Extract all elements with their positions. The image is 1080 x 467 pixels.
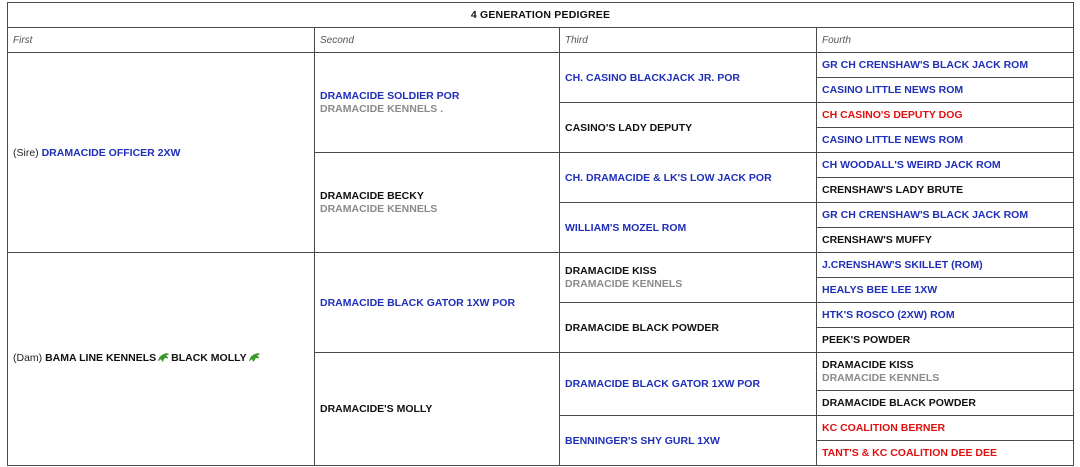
third-gen-cell: DRAMACIDE KISS DRAMACIDE KENNELS [559,252,817,303]
fourth-gen-cell: CH WOODALL'S WEIRD JACK ROM [816,152,1074,178]
third-gen-name-link[interactable]: BENNINGER'S SHY GURL 1XW [565,435,811,447]
second-gen-cell: DRAMACIDE SOLDIER POR DRAMACIDE KENNELS … [314,52,560,153]
second-gen-name: DRAMACIDE'S MOLLY [320,403,433,415]
fourth-gen-cell: GR CH CRENSHAW'S BLACK JACK ROM [816,202,1074,228]
fourth-gen-name-link[interactable]: CASINO LITTLE NEWS ROM [822,134,1068,146]
third-gen-name-link[interactable]: DRAMACIDE BLACK GATOR 1XW POR [565,378,811,390]
fourth-gen-cell: DRAMACIDE BLACK POWDER [816,390,1074,416]
fourth-gen-name-link[interactable]: KC COALITION BERNER [822,422,1068,434]
second-gen-name-link[interactable]: DRAMACIDE SOLDIER POR [320,90,554,102]
fourth-gen-cell: HEALYS BEE LEE 1XW [816,277,1074,303]
third-gen-name: DRAMACIDE KISS [565,265,657,277]
dam-name-part2: BLACK MOLLY [171,352,247,364]
column-header-fourth: Fourth [816,27,1074,53]
kennel-label: DRAMACIDE KENNELS . [320,103,444,115]
sire-prefix: (Sire) [13,146,39,159]
second-gen-cell: DRAMACIDE BLACK GATOR 1XW POR [314,252,560,353]
second-gen-name: DRAMACIDE BECKY [320,190,424,202]
second-gen-cell: DRAMACIDE'S MOLLY [314,352,560,466]
third-gen-cell: DRAMACIDE BLACK POWDER [559,302,817,353]
fourth-gen-cell: CH CASINO'S DEPUTY DOG [816,102,1074,128]
pedigree-table: 4 GENERATION PEDIGREE First Second Third… [7,2,1074,466]
third-gen-cell: WILLIAM'S MOZEL ROM [559,202,817,253]
third-gen-cell: BENNINGER'S SHY GURL 1XW [559,415,817,466]
fourth-gen-cell: CRENSHAW'S MUFFY [816,227,1074,253]
third-gen-cell: CH. DRAMACIDE & LK'S LOW JACK POR [559,152,817,203]
fourth-gen-name-link[interactable]: TANT'S & KC COALITION DEE DEE [822,447,1068,459]
fourth-gen-cell: PEEK'S POWDER [816,327,1074,353]
fourth-gen-cell: DRAMACIDE KISS DRAMACIDE KENNELS [816,352,1074,391]
fourth-gen-name-link[interactable]: GR CH CRENSHAW'S BLACK JACK ROM [822,209,1068,221]
dam-cell: (Dam) BAMA LINE KENNELS BLACK MOLLY [7,252,315,466]
third-gen-name-link[interactable]: CH. CASINO BLACKJACK JR. POR [565,72,811,84]
fourth-gen-cell: TANT'S & KC COALITION DEE DEE [816,440,1074,466]
fourth-gen-name: CRENSHAW'S LADY BRUTE [822,184,964,196]
fourth-gen-cell: GR CH CRENSHAW'S BLACK JACK ROM [816,52,1074,78]
third-gen-name-link[interactable]: CH. DRAMACIDE & LK'S LOW JACK POR [565,172,811,184]
fourth-gen-name: CRENSHAW'S MUFFY [822,234,932,246]
sire-name-link[interactable]: DRAMACIDE OFFICER 2XW [42,147,181,159]
gator-icon [248,352,261,366]
dam-prefix: (Dam) [13,352,43,364]
fourth-gen-name-link[interactable]: CH WOODALL'S WEIRD JACK ROM [822,159,1068,171]
second-gen-cell: DRAMACIDE BECKY DRAMACIDE KENNELS [314,152,560,253]
fourth-gen-name: DRAMACIDE BLACK POWDER [822,397,976,409]
column-header-second: Second [314,27,560,53]
fourth-gen-cell: KC COALITION BERNER [816,415,1074,441]
third-gen-name: CASINO'S LADY DEPUTY [565,121,693,134]
dam-name-part1: BAMA LINE KENNELS [45,352,157,364]
fourth-gen-cell: HTK'S ROSCO (2XW) ROM [816,302,1074,328]
fourth-gen-name-link[interactable]: HTK'S ROSCO (2XW) ROM [822,309,1068,321]
fourth-gen-cell: J.CRENSHAW'S SKILLET (ROM) [816,252,1074,278]
third-gen-name-link[interactable]: WILLIAM'S MOZEL ROM [565,222,811,234]
second-gen-name-link[interactable]: DRAMACIDE BLACK GATOR 1XW POR [320,297,554,309]
fourth-gen-name: DRAMACIDE KISS [822,359,914,371]
third-gen-cell: DRAMACIDE BLACK GATOR 1XW POR [559,352,817,416]
kennel-label: DRAMACIDE KENNELS [320,203,438,215]
fourth-gen-name-link[interactable]: CASINO LITTLE NEWS ROM [822,84,1068,96]
pedigree-page: 4 GENERATION PEDIGREE First Second Third… [0,0,1080,467]
fourth-gen-name-link[interactable]: J.CRENSHAW'S SKILLET (ROM) [822,259,1068,271]
fourth-gen-name: PEEK'S POWDER [822,334,911,346]
third-gen-cell: CH. CASINO BLACKJACK JR. POR [559,52,817,103]
fourth-gen-name-link[interactable]: GR CH CRENSHAW'S BLACK JACK ROM [822,59,1068,71]
pedigree-title: 4 GENERATION PEDIGREE [7,2,1074,28]
sire-cell: (Sire) DRAMACIDE OFFICER 2XW [7,52,315,253]
column-header-third: Third [559,27,817,53]
fourth-gen-name-link[interactable]: CH CASINO'S DEPUTY DOG [822,109,1068,121]
fourth-gen-cell: CRENSHAW'S LADY BRUTE [816,177,1074,203]
third-gen-cell: CASINO'S LADY DEPUTY [559,102,817,153]
fourth-gen-cell: CASINO LITTLE NEWS ROM [816,77,1074,103]
kennel-label: DRAMACIDE KENNELS [565,278,683,290]
column-header-first: First [7,27,315,53]
fourth-gen-name-link[interactable]: HEALYS BEE LEE 1XW [822,284,1068,296]
fourth-gen-cell: CASINO LITTLE NEWS ROM [816,127,1074,153]
gator-icon [157,352,170,366]
kennel-label: DRAMACIDE KENNELS [822,372,940,384]
third-gen-name: DRAMACIDE BLACK POWDER [565,321,719,334]
